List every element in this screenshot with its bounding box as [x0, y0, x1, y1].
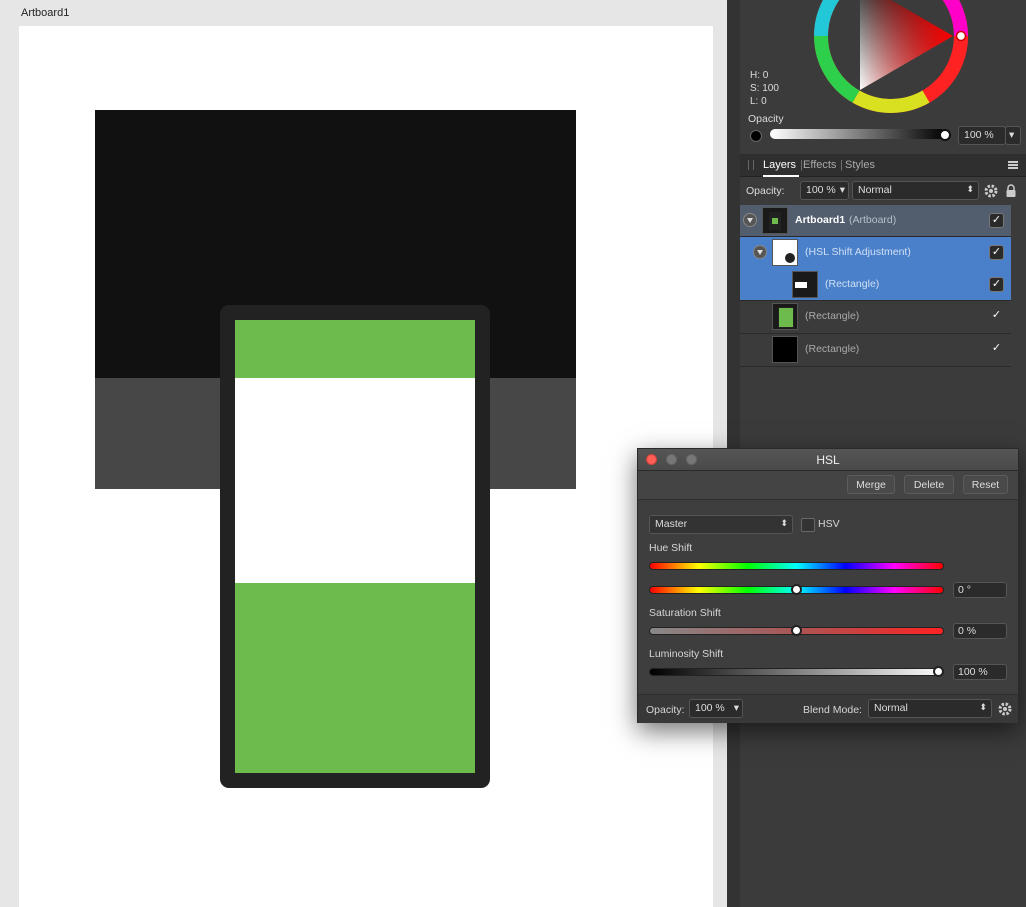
drag-handle-icon[interactable] [748, 160, 754, 170]
gear-icon[interactable] [998, 702, 1012, 716]
tab-effects[interactable]: Effects [803, 159, 836, 171]
artboard[interactable] [19, 26, 713, 907]
luminosity-shift-slider[interactable] [649, 668, 944, 676]
layer-thumbnail [772, 336, 798, 363]
panel-menu-icon[interactable] [1008, 161, 1018, 169]
layers-opacity-label: Opacity: [746, 185, 785, 197]
layers-blend-mode-select[interactable]: Normal ⬍ [852, 181, 979, 200]
hue-shift-input[interactable]: 0 ° [953, 582, 1007, 598]
tab-separator: | [840, 159, 843, 171]
color-opacity-dropdown[interactable]: ▾ [1005, 126, 1021, 145]
tab-layers[interactable]: Layers [763, 159, 796, 171]
layer-row-rectangle-dark[interactable]: (Rectangle) ✓ [740, 334, 1011, 367]
reset-button[interactable]: Reset [963, 475, 1008, 494]
layer-thumbnail [772, 303, 798, 330]
dialog-footer: Opacity: 100 % ▾ Blend Mode: Normal ⬍ [638, 694, 1018, 723]
layer-row-hsl-adjustment[interactable]: (HSL Shift Adjustment) ✓ [740, 237, 1011, 269]
luminosity-shift-label: Luminosity Shift [649, 648, 724, 660]
layer-row-rectangle-child[interactable]: (Rectangle) ✓ [740, 269, 1011, 301]
layer-row-artboard[interactable]: Artboard1 (Artboard) ✓ [740, 205, 1011, 237]
layers-opacity-value: 100 % [806, 184, 836, 196]
saturation-readout: S: 100 [750, 83, 779, 94]
delete-button[interactable]: Delete [904, 475, 954, 494]
chevron-down-icon: ▾ [1009, 129, 1015, 141]
layer-name: (HSL Shift Adjustment) [805, 246, 911, 258]
layers-opacity-field[interactable]: 100 % ▾ [800, 181, 849, 200]
lightness-readout: L: 0 [750, 96, 767, 107]
dialog-blend-mode-select[interactable]: Normal ⬍ [868, 699, 992, 718]
layer-kind: (Artboard) [849, 214, 897, 226]
layer-row-rectangle-green[interactable]: (Rectangle) ✓ [740, 301, 1011, 334]
color-opacity-value: 100 % [964, 129, 994, 141]
luminosity-shift-value: 100 % [958, 666, 988, 678]
saturation-shift-label: Saturation Shift [649, 607, 721, 619]
green-bottom-band [235, 583, 475, 773]
stepper-icon: ⬍ [966, 184, 974, 194]
hue-readout: H: 0 [750, 70, 769, 81]
layer-visibility-checkbox[interactable]: ✓ [989, 277, 1004, 292]
layer-thumbnail [762, 207, 788, 234]
layer-name: (Rectangle) [805, 310, 860, 322]
layers-toolbar: Opacity: 100 % ▾ Normal ⬍ [740, 177, 1026, 205]
layer-visibility-checkbox[interactable]: ✓ [989, 213, 1004, 228]
hsv-label: HSV [818, 518, 840, 530]
layer-name: (Rectangle) [825, 278, 880, 290]
hue-shift-knob[interactable] [791, 584, 802, 595]
artboard-title[interactable]: Artboard1 [21, 7, 69, 19]
layer-visibility-checkbox[interactable]: ✓ [989, 245, 1004, 260]
dialog-opacity-field[interactable]: 100 % ▾ [689, 699, 743, 718]
disclosure-triangle-icon[interactable] [743, 213, 757, 227]
color-opacity-slider[interactable] [770, 129, 946, 139]
dialog-opacity-value: 100 % [695, 702, 725, 714]
channel-select[interactable]: Master ⬍ [649, 515, 793, 534]
chevron-down-icon: ▾ [839, 184, 845, 196]
layer-visibility-checkbox[interactable]: ✓ [989, 342, 1004, 357]
layer-thumbnail [792, 271, 818, 298]
layer-name: (Rectangle) [805, 343, 860, 355]
color-opacity-knob[interactable] [939, 129, 951, 141]
layer-thumbnail [772, 239, 798, 266]
hsv-checkbox[interactable] [801, 518, 815, 532]
luminosity-shift-input[interactable]: 100 % [953, 664, 1007, 680]
dialog-blend-mode-label: Blend Mode: [803, 704, 862, 716]
saturation-shift-value: 0 % [958, 625, 977, 637]
panel-tabs-bar: Layers | Effects | Styles [740, 154, 1026, 177]
hsl-dialog: HSL Merge Delete Reset Master ⬍ HSV Hue … [637, 448, 1019, 723]
hue-shift-label: Hue Shift [649, 542, 693, 554]
tab-styles[interactable]: Styles [845, 159, 875, 171]
dialog-opacity-label: Opacity: [646, 704, 685, 716]
hsl-titlebar[interactable]: HSL [638, 449, 1018, 471]
lock-icon[interactable] [1006, 184, 1016, 198]
color-opacity-input[interactable]: 100 % [958, 126, 1006, 145]
layer-name: Artboard1 [795, 214, 846, 226]
hue-shift-value: 0 ° [958, 584, 971, 596]
layer-visibility-checkbox[interactable]: ✓ [989, 309, 1004, 324]
channel-value: Master [655, 518, 688, 530]
merge-button[interactable]: Merge [847, 475, 895, 494]
dialog-blend-mode-value: Normal [874, 702, 908, 714]
stepper-icon: ⬍ [979, 702, 987, 712]
chevron-down-icon: ▾ [733, 702, 739, 714]
color-opacity-label: Opacity [748, 113, 784, 125]
color-swatch[interactable] [750, 130, 762, 142]
green-top-band [235, 320, 475, 378]
disclosure-triangle-icon[interactable] [753, 245, 767, 259]
hue-spectrum-bar [649, 562, 944, 570]
luminosity-shift-knob[interactable] [933, 666, 944, 677]
layers-blend-mode-value: Normal [858, 184, 892, 196]
color-wheel[interactable] [813, 0, 969, 114]
gear-icon[interactable] [984, 184, 998, 198]
stepper-icon: ⬍ [780, 518, 788, 528]
dialog-button-bar: Merge Delete Reset [638, 471, 1018, 500]
white-middle-band [235, 378, 475, 583]
dialog-title: HSL [816, 453, 840, 467]
saturation-shift-input[interactable]: 0 % [953, 623, 1007, 639]
saturation-shift-knob[interactable] [791, 625, 802, 636]
